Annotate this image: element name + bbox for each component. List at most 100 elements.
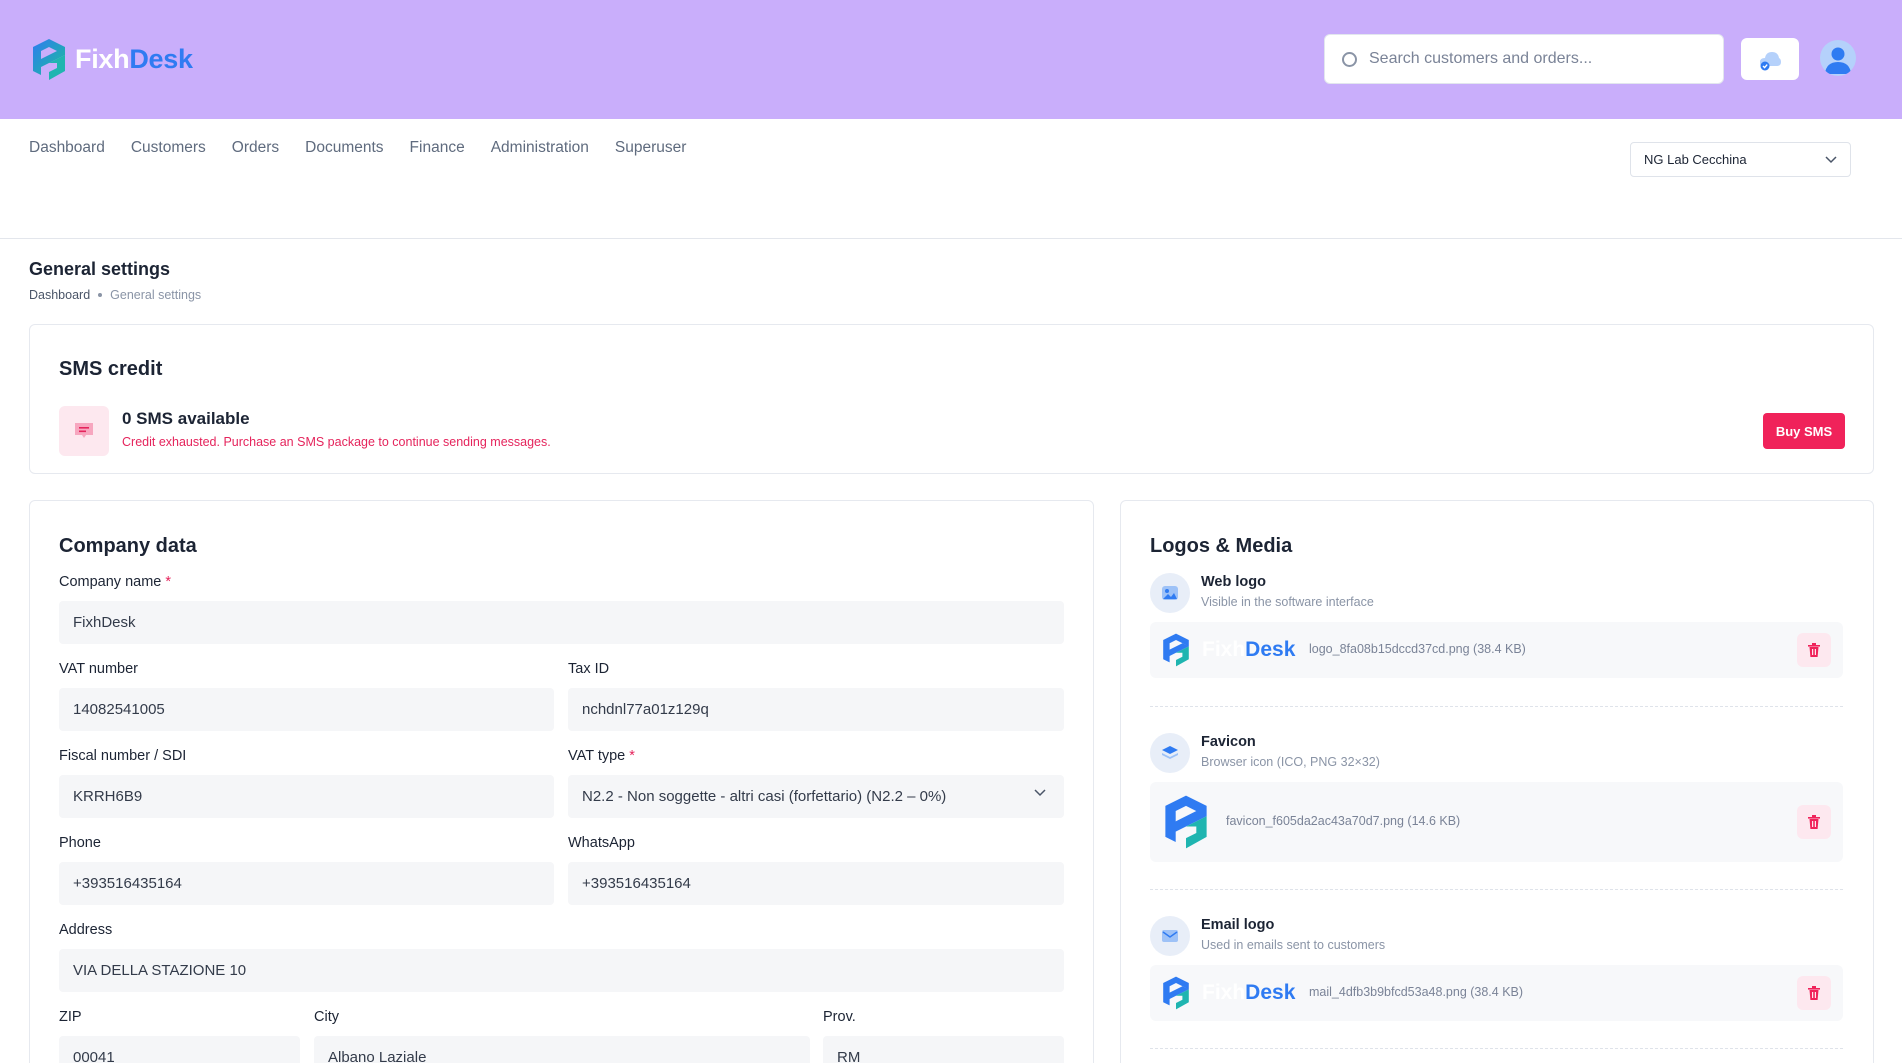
user-avatar[interactable] [1820,40,1856,76]
fiscal-number-field[interactable]: KRRH6B9 [59,775,554,818]
media-separator [1150,706,1843,707]
global-search[interactable] [1324,34,1724,84]
required-mark: * [629,748,635,764]
vat-type-label: VAT type * [568,748,635,764]
web-logo-preview: Fixh Desk [1160,632,1295,668]
branch-select[interactable]: NG Lab Cecchina [1630,142,1851,177]
media-card-title: Logos & Media [1150,535,1293,557]
top-header: FixhDesk [0,0,1902,119]
logo-part-desk: Desk [129,44,193,74]
vat-type-value: N2.2 - Non soggette - altri casi (forfet… [582,788,947,805]
fixhdesk-logo-icon [1163,633,1189,667]
email-logo-subtitle: Used in emails sent to customers [1201,938,1386,952]
fiscal-number-label: Fiscal number / SDI [59,748,187,764]
main-nav: Dashboard Customers Orders Documents Fin… [29,139,686,157]
email-logo-filename: mail_4dfb3b9bfcd53a48.png (38.4 KB) [1309,985,1524,999]
vat-type-select[interactable]: N2.2 - Non soggette - altri casi (forfet… [568,775,1064,818]
phone-label: Phone [59,835,101,851]
address-label: Address [59,922,113,938]
vat-type-label-text: VAT type [568,748,626,764]
tax-id-field[interactable]: nchdnl77a01z129q [568,688,1064,731]
search-input[interactable] [1369,50,1709,68]
trash-icon [1808,643,1820,657]
sms-credit-card: SMS credit 0 SMS available Credit exhaus… [29,324,1874,474]
web-logo-icon-box [1150,573,1190,613]
chevron-down-icon [1825,155,1837,163]
address-field[interactable]: VIA DELLA STAZIONE 10 [59,949,1064,992]
favicon-preview-icon [1165,795,1207,849]
favicon-file-row: favicon_f605da2ac43a70d7.png (14.6 KB) [1150,782,1843,862]
nav-item-customers[interactable]: Customers [131,139,206,157]
app-logo[interactable]: FixhDesk [29,37,193,82]
message-icon [75,423,93,438]
image-icon [1162,586,1178,600]
breadcrumb-home-link[interactable]: Dashboard [29,288,90,302]
sms-available-count: 0 SMS available [122,409,250,428]
zip-label: ZIP [59,1009,82,1025]
web-logo-subtitle: Visible in the software interface [1201,595,1374,609]
zip-field[interactable]: 00041 [59,1036,300,1063]
delete-web-logo-button[interactable] [1797,633,1831,667]
breadcrumb-separator [98,293,103,297]
branch-select-value: NG Lab Cecchina [1644,152,1747,167]
nav-divider [0,238,1902,239]
prov-label: Prov. [823,1009,856,1025]
company-name-label: Company name * [59,574,171,590]
company-name-field[interactable]: FixhDesk [59,601,1064,644]
email-logo-preview-fixh: Fixh [1202,981,1246,1004]
breadcrumb: Dashboard General settings [29,288,201,302]
sms-credit-warning: Credit exhausted. Purchase an SMS packag… [122,435,551,449]
cloud-check-icon [1760,52,1781,71]
nav-item-documents[interactable]: Documents [305,139,383,157]
nav-item-superuser[interactable]: Superuser [615,139,687,157]
layers-icon [1162,746,1178,759]
web-logo-file-row: Fixh Desk logo_8fa08b15dccd37cd.png (38.4… [1150,622,1843,678]
email-logo-preview-desk: Desk [1245,981,1296,1004]
email-logo-file-row: Fixh Desk mail_4dfb3b9bfcd53a48.png (38.4… [1150,965,1843,1021]
web-logo-title: Web logo [1201,574,1266,590]
email-logo-icon-box [1150,916,1190,956]
trash-icon [1808,815,1820,829]
trash-icon [1808,986,1820,1000]
delete-email-logo-button[interactable] [1797,976,1831,1010]
phone-field[interactable]: +393516435164 [59,862,554,905]
web-logo-filename: logo_8fa08b15dccd37cd.png (38.4 KB) [1309,642,1526,656]
logo-part-fixh: Fixh [75,44,130,74]
web-logo-preview-fixh: Fixh [1202,638,1246,661]
breadcrumb-current: General settings [110,288,202,302]
tax-id-label: Tax ID [568,661,610,677]
buy-sms-button[interactable]: Buy SMS [1763,413,1845,449]
favicon-title: Favicon [1201,734,1256,750]
fixhdesk-logo-icon [1163,976,1189,1010]
page-title: General settings [29,259,171,279]
fixhdesk-logo-icon [33,39,65,80]
nav-item-finance[interactable]: Finance [410,139,465,157]
nav-item-orders[interactable]: Orders [232,139,279,157]
city-field[interactable]: Albano Laziale [314,1036,810,1063]
company-data-card: Company data Company name * FixhDesk VAT… [29,500,1094,1063]
sms-icon-box [59,406,109,456]
media-separator [1150,1048,1843,1049]
sms-card-title: SMS credit [59,358,163,380]
web-logo-preview-desk: Desk [1245,638,1296,661]
nav-item-administration[interactable]: Administration [491,139,589,157]
nav-item-dashboard[interactable]: Dashboard [29,139,105,157]
search-icon [1342,51,1357,67]
media-separator [1150,889,1843,890]
whatsapp-label: WhatsApp [568,835,635,851]
logos-media-card: Logos & Media Web logo Visible in the so… [1120,500,1874,1063]
email-logo-preview: Fixh Desk [1160,975,1295,1011]
favicon-filename: favicon_f605da2ac43a70d7.png (14.6 KB) [1226,814,1461,828]
city-label: City [314,1009,339,1025]
company-name-label-text: Company name [59,574,162,590]
vat-number-label: VAT number [59,661,138,677]
mail-icon [1162,930,1178,942]
favicon-icon-box [1150,733,1190,773]
whatsapp-field[interactable]: +393516435164 [568,862,1064,905]
user-icon [1825,47,1851,74]
vat-number-field[interactable]: 14082541005 [59,688,554,731]
prov-field[interactable]: RM [823,1036,1064,1063]
sync-status-button[interactable] [1741,38,1799,80]
delete-favicon-button[interactable] [1797,805,1831,839]
required-mark: * [165,574,172,590]
